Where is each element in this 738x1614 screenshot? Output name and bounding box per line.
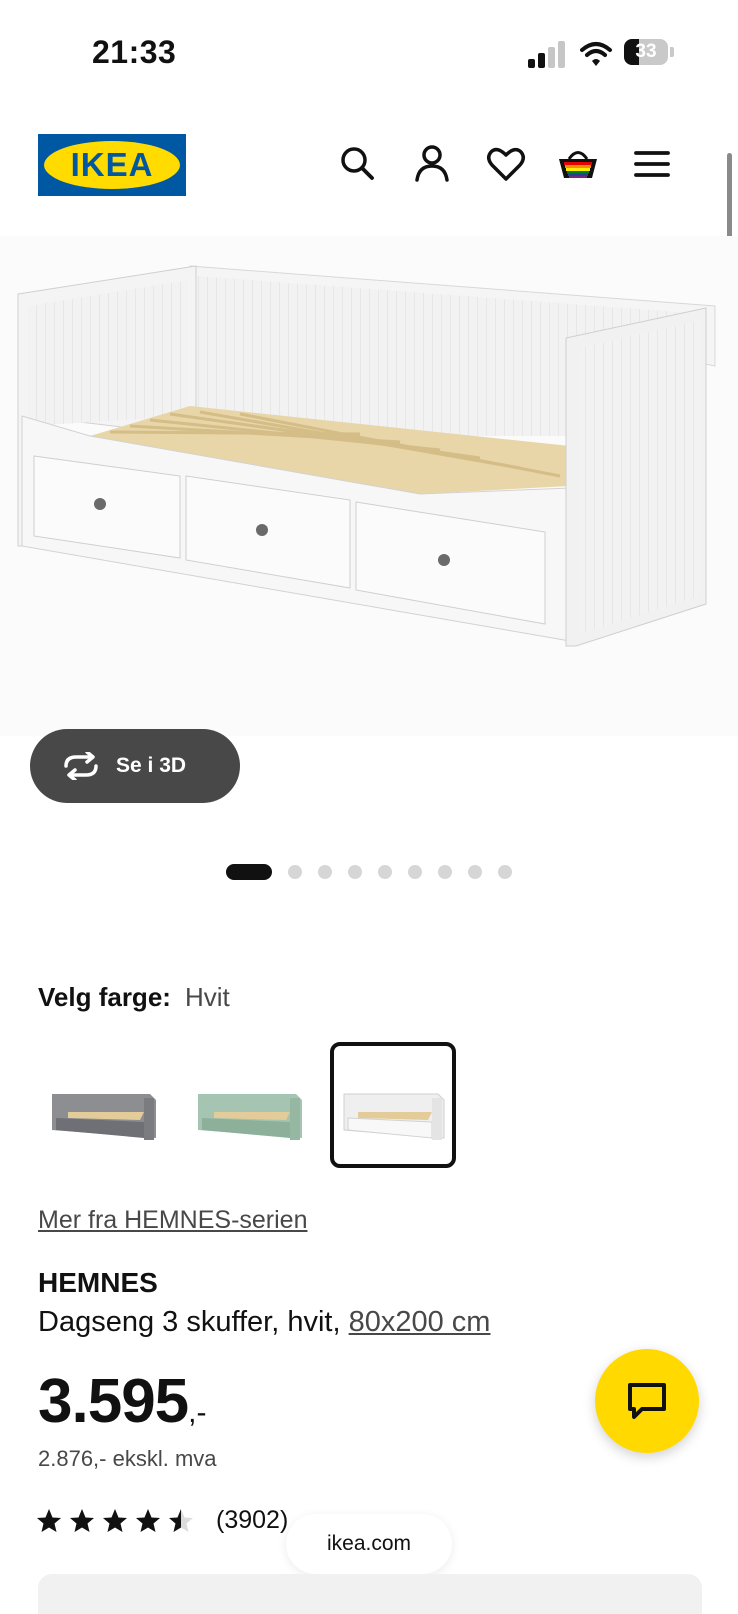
ikea-logo[interactable]: IKEA xyxy=(38,134,186,196)
cellular-signal-icon xyxy=(528,40,566,68)
menu-icon[interactable] xyxy=(630,142,674,186)
star-icon xyxy=(37,1509,61,1532)
battery-level: 33 xyxy=(635,41,657,62)
price-suffix: ,- xyxy=(188,1396,207,1429)
view-3d-button[interactable]: Se i 3D xyxy=(30,729,240,803)
carousel-dot[interactable] xyxy=(288,865,302,879)
carousel-dot[interactable] xyxy=(468,865,482,879)
series-link[interactable]: Mer fra HEMNES-serien xyxy=(38,1206,308,1235)
chat-icon xyxy=(628,1383,666,1419)
chat-button[interactable] xyxy=(595,1349,699,1453)
rotate-3d-icon xyxy=(64,752,98,780)
heart-icon[interactable] xyxy=(484,142,528,186)
bottom-card xyxy=(38,1574,702,1614)
search-icon[interactable] xyxy=(336,142,380,186)
color-option-green[interactable] xyxy=(186,1042,312,1168)
color-option-grey[interactable] xyxy=(40,1042,166,1168)
basket-icon[interactable] xyxy=(556,142,600,186)
carousel-dot[interactable] xyxy=(498,865,512,879)
color-option-white[interactable] xyxy=(330,1042,456,1168)
carousel-dot[interactable] xyxy=(318,865,332,879)
status-time: 21:33 xyxy=(92,34,177,70)
carousel-dot[interactable] xyxy=(378,865,392,879)
product-price: 3.595,- xyxy=(38,1366,206,1437)
rating-stars[interactable] xyxy=(36,1508,201,1534)
account-icon[interactable] xyxy=(410,142,454,186)
selected-color: Hvit xyxy=(184,982,230,1012)
description-text: Dagseng 3 skuffer, hvit, xyxy=(38,1306,341,1338)
size-link[interactable]: 80x200 cm xyxy=(349,1306,491,1338)
star-icon xyxy=(169,1509,193,1532)
carousel-dot[interactable] xyxy=(408,865,422,879)
rating-count[interactable]: (3902) xyxy=(216,1506,288,1535)
star-icon xyxy=(70,1509,94,1532)
star-icon xyxy=(103,1509,127,1532)
logo-text: IKEA xyxy=(70,146,154,183)
price-ex-vat: 2.876,- ekskl. mva xyxy=(38,1446,217,1471)
carousel-dot[interactable] xyxy=(348,865,362,879)
wifi-icon xyxy=(579,40,613,68)
battery-icon: 33 xyxy=(624,39,674,67)
star-icon xyxy=(136,1509,160,1532)
product-image[interactable] xyxy=(0,236,738,736)
product-name: HEMNES xyxy=(38,1267,158,1298)
carousel-dot[interactable] xyxy=(226,864,272,880)
product-description: Dagseng 3 skuffer, hvit, 80x200 cm xyxy=(38,1306,490,1339)
browser-url-bar[interactable]: ikea.com xyxy=(286,1514,452,1574)
color-label-text: Velg farge: xyxy=(38,982,171,1012)
price-value: 3.595 xyxy=(38,1367,189,1436)
view-3d-label: Se i 3D xyxy=(116,754,187,777)
carousel-indicator[interactable] xyxy=(226,864,528,880)
color-picker-label: Velg farge: Hvit xyxy=(38,982,230,1013)
carousel-dot[interactable] xyxy=(438,865,452,879)
